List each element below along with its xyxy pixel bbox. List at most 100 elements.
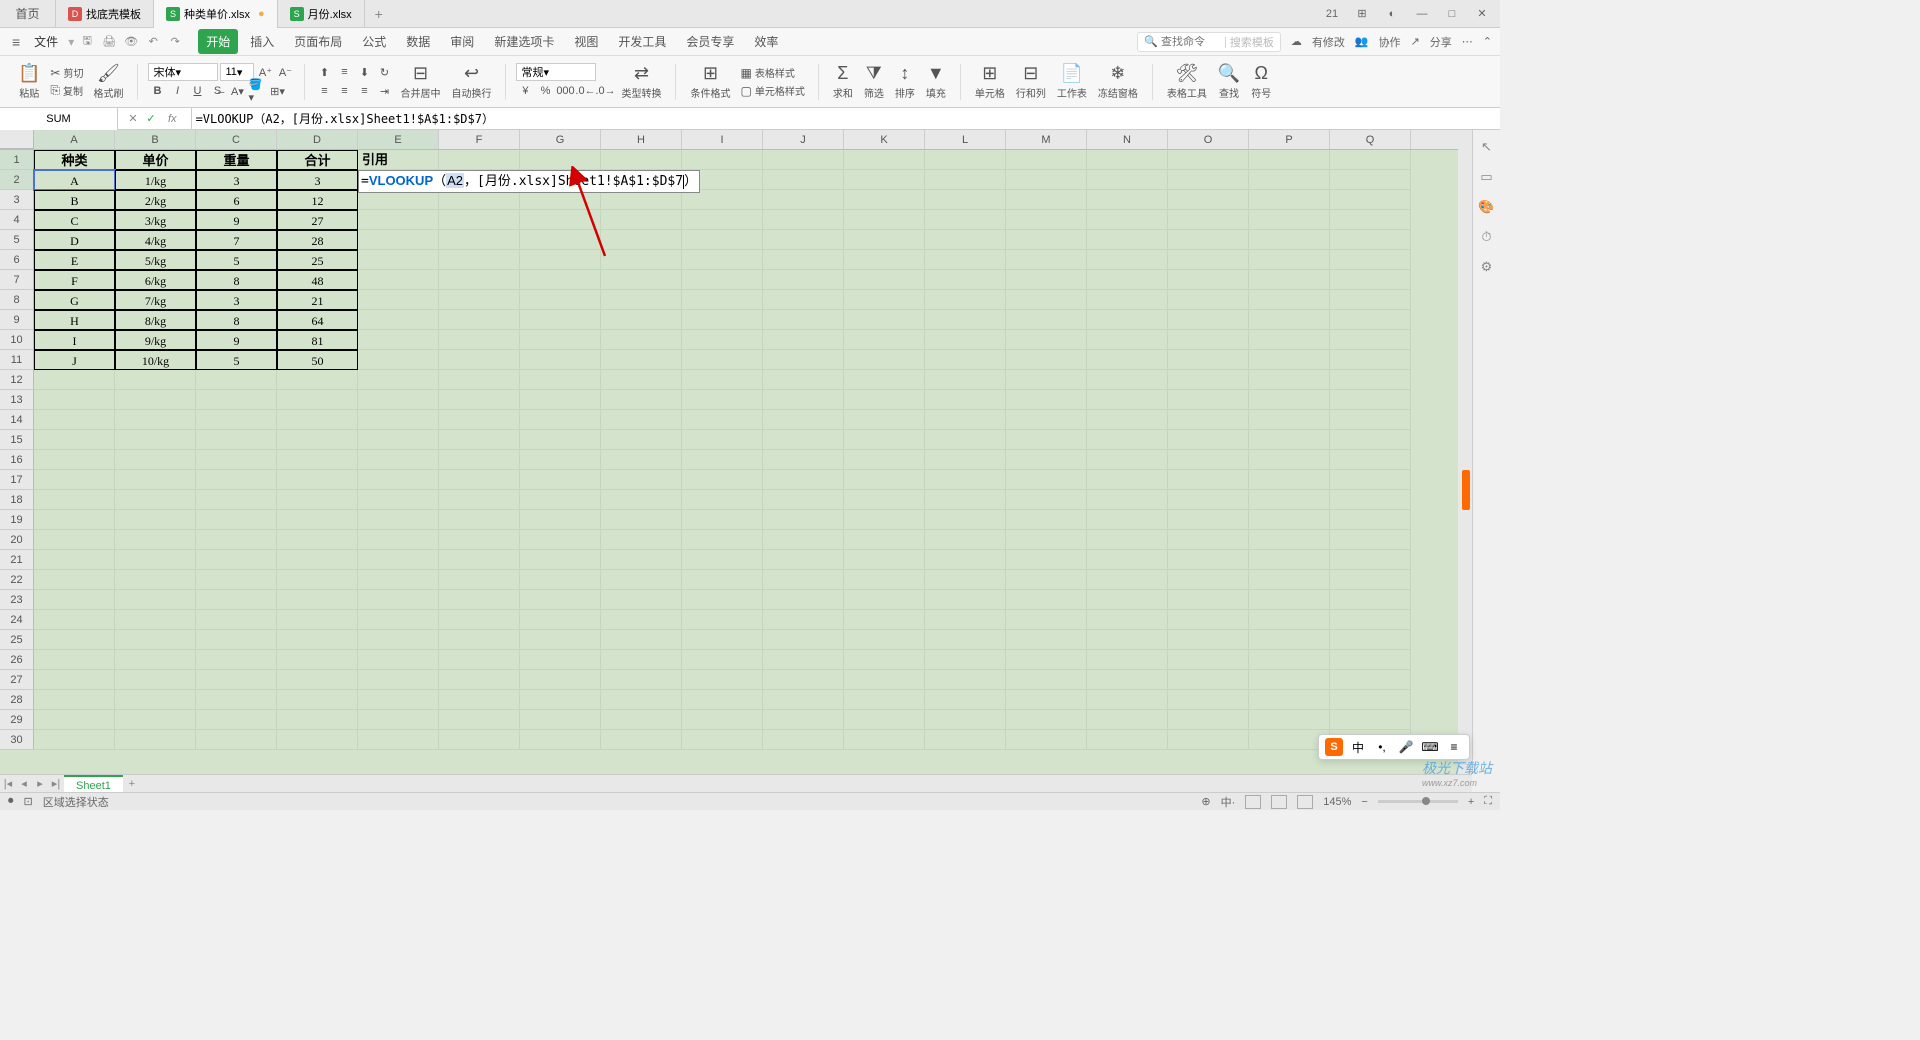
align-mid-icon[interactable]: ≡ (335, 63, 353, 81)
menu-tab-9[interactable]: 会员专享 (678, 29, 742, 54)
cell-G21[interactable] (520, 550, 601, 570)
cell-H12[interactable] (601, 370, 682, 390)
cell-E16[interactable] (358, 450, 439, 470)
cell-P24[interactable] (1249, 610, 1330, 630)
cell-I1[interactable] (682, 150, 763, 170)
cell-J8[interactable] (763, 290, 844, 310)
cell-B8[interactable]: 7/kg (115, 290, 196, 310)
cell-H6[interactable] (601, 250, 682, 270)
select-tool-icon[interactable]: ↖ (1478, 138, 1496, 156)
doc-tab-template[interactable]: D 找底壳模板 (56, 0, 154, 28)
cell-N8[interactable] (1087, 290, 1168, 310)
cell-F15[interactable] (439, 430, 520, 450)
cell-P5[interactable] (1249, 230, 1330, 250)
cell-C30[interactable] (196, 730, 277, 750)
row-header-6[interactable]: 6 (0, 250, 34, 270)
cell-G22[interactable] (520, 570, 601, 590)
cell-Q8[interactable] (1330, 290, 1411, 310)
col-header-Q[interactable]: Q (1330, 130, 1411, 149)
cell-O16[interactable] (1168, 450, 1249, 470)
cell-M13[interactable] (1006, 390, 1087, 410)
cell-K29[interactable] (844, 710, 925, 730)
cell-O14[interactable] (1168, 410, 1249, 430)
row-header-25[interactable]: 25 (0, 630, 34, 650)
cell-L3[interactable] (925, 190, 1006, 210)
spreadsheet[interactable]: ABCDEFGHIJKLMNOPQ 1种类单价重量合计引用2A1/kg33=VL… (0, 130, 1472, 774)
cell-B12[interactable] (115, 370, 196, 390)
cell-I17[interactable] (682, 470, 763, 490)
cell-B28[interactable] (115, 690, 196, 710)
cell-M15[interactable] (1006, 430, 1087, 450)
cell-E7[interactable] (358, 270, 439, 290)
cell-Q22[interactable] (1330, 570, 1411, 590)
cell-P13[interactable] (1249, 390, 1330, 410)
sheet-nav-next[interactable]: ▸ (32, 777, 48, 790)
cells-button[interactable]: ⊞单元格 (971, 61, 1009, 102)
cell-I20[interactable] (682, 530, 763, 550)
cell-L22[interactable] (925, 570, 1006, 590)
cell-M14[interactable] (1006, 410, 1087, 430)
cell-A21[interactable] (34, 550, 115, 570)
cell-K16[interactable] (844, 450, 925, 470)
cell-C3[interactable]: 6 (196, 190, 277, 210)
cell-K28[interactable] (844, 690, 925, 710)
cell-N23[interactable] (1087, 590, 1168, 610)
align-top-icon[interactable]: ⬆ (315, 63, 333, 81)
row-header-23[interactable]: 23 (0, 590, 34, 610)
cell-I22[interactable] (682, 570, 763, 590)
cell-D6[interactable]: 25 (277, 250, 358, 270)
cell-Q2[interactable] (1330, 170, 1411, 190)
cell-I4[interactable] (682, 210, 763, 230)
cell-B20[interactable] (115, 530, 196, 550)
cell-L7[interactable] (925, 270, 1006, 290)
fx-icon[interactable]: fx (162, 113, 183, 125)
cell-F13[interactable] (439, 390, 520, 410)
doc-tab-month[interactable]: S 月份.xlsx (278, 0, 365, 28)
col-header-L[interactable]: L (925, 130, 1006, 149)
cell-I28[interactable] (682, 690, 763, 710)
cell-I25[interactable] (682, 630, 763, 650)
cell-D8[interactable]: 21 (277, 290, 358, 310)
cell-E13[interactable] (358, 390, 439, 410)
cell-N6[interactable] (1087, 250, 1168, 270)
cell-F30[interactable] (439, 730, 520, 750)
cell-A2[interactable]: A (34, 170, 115, 190)
cell-B16[interactable] (115, 450, 196, 470)
cell-D9[interactable]: 64 (277, 310, 358, 330)
cell-P29[interactable] (1249, 710, 1330, 730)
cell-E4[interactable] (358, 210, 439, 230)
menu-tab-1[interactable]: 插入 (242, 29, 282, 54)
row-header-13[interactable]: 13 (0, 390, 34, 410)
cell-B27[interactable] (115, 670, 196, 690)
cell-D19[interactable] (277, 510, 358, 530)
cell-P19[interactable] (1249, 510, 1330, 530)
find-button[interactable]: 🔍查找 (1214, 61, 1244, 102)
cell-N19[interactable] (1087, 510, 1168, 530)
cell-Q5[interactable] (1330, 230, 1411, 250)
cell-F16[interactable] (439, 450, 520, 470)
sheet-nav-prev[interactable]: ◂ (16, 777, 32, 790)
cell-F1[interactable] (439, 150, 520, 170)
cell-D22[interactable] (277, 570, 358, 590)
cell-C23[interactable] (196, 590, 277, 610)
cell-Q19[interactable] (1330, 510, 1411, 530)
cell-L13[interactable] (925, 390, 1006, 410)
cell-L17[interactable] (925, 470, 1006, 490)
row-header-10[interactable]: 10 (0, 330, 34, 350)
cell-H30[interactable] (601, 730, 682, 750)
cell-Q9[interactable] (1330, 310, 1411, 330)
sheet-button[interactable]: 📄工作表 (1053, 61, 1091, 102)
cell-Q6[interactable] (1330, 250, 1411, 270)
cell-Q26[interactable] (1330, 650, 1411, 670)
cell-D28[interactable] (277, 690, 358, 710)
cell-K25[interactable] (844, 630, 925, 650)
cell-J18[interactable] (763, 490, 844, 510)
ime-punct[interactable]: •, (1373, 738, 1391, 756)
cell-P12[interactable] (1249, 370, 1330, 390)
cell-M27[interactable] (1006, 670, 1087, 690)
share-icon[interactable]: ↗ (1411, 35, 1420, 48)
cell-P10[interactable] (1249, 330, 1330, 350)
row-header-8[interactable]: 8 (0, 290, 34, 310)
cell-O29[interactable] (1168, 710, 1249, 730)
cell-K23[interactable] (844, 590, 925, 610)
